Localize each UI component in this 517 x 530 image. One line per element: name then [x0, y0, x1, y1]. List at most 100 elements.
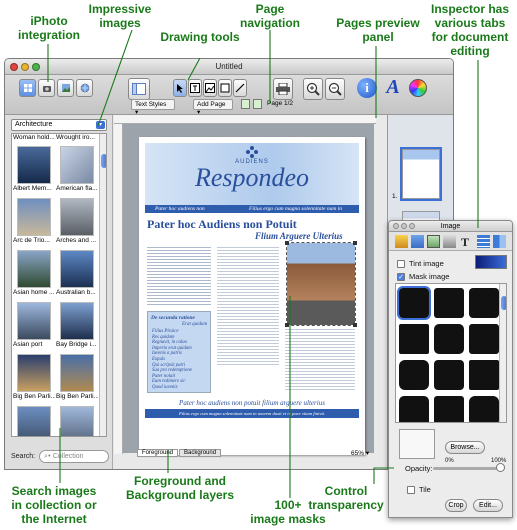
image-thumb[interactable]: Albert Mem... — [13, 144, 55, 196]
inspector-title-bar: Image — [389, 221, 512, 232]
iphoto-library-button[interactable] — [19, 79, 36, 97]
tab-metrics[interactable] — [493, 235, 506, 248]
image-thumb[interactable]: Arc de Trio... — [13, 196, 55, 248]
line-tool-button[interactable] — [233, 79, 247, 97]
photo-handle[interactable] — [285, 241, 289, 245]
opacity-label: Opacity: — [405, 464, 433, 473]
tab-arrange[interactable] — [411, 235, 424, 248]
document-page[interactable]: AUDIENS Respondeo Pater hoc audiens non … — [139, 137, 365, 455]
scroll-thumb[interactable] — [501, 296, 506, 310]
tint-color-well[interactable] — [475, 255, 507, 269]
photo-handle[interactable] — [353, 241, 357, 245]
inspector-zoom-button[interactable] — [409, 223, 415, 229]
image-grid-scrollbar[interactable] — [99, 134, 106, 436]
toggle-sidebar-button[interactable] — [128, 78, 150, 100]
sidebar-icon — [132, 83, 146, 95]
text-tool-button[interactable] — [188, 79, 202, 97]
image-thumb[interactable]: Arches and ... — [56, 196, 98, 248]
image-tool-button[interactable] — [203, 79, 217, 97]
opacity-slider-knob[interactable] — [496, 463, 505, 472]
mask-swatch[interactable] — [469, 288, 499, 318]
mask-swatch[interactable] — [469, 396, 499, 422]
tagline-bar: Pater hoc audiens non Filius ergo cum ma… — [145, 205, 359, 213]
opacity-slider[interactable] — [433, 463, 505, 472]
thumbnail-image — [60, 146, 94, 184]
text-styles-dropdown[interactable]: Text Styles ▾ — [131, 99, 175, 116]
crop-button[interactable]: Crop — [445, 499, 467, 512]
next-page-button[interactable] — [253, 99, 262, 109]
image-thumb[interactable] — [13, 404, 55, 436]
internet-images-button[interactable] — [76, 79, 93, 97]
mask-swatch[interactable] — [434, 288, 464, 318]
zoom-out-button[interactable] — [325, 78, 345, 100]
dropdown-arrow-icon: ▾ — [96, 121, 105, 129]
thumbnail-image — [17, 354, 51, 392]
thumbnail-image — [60, 406, 94, 436]
image-thumb[interactable] — [56, 404, 98, 436]
mask-swatch[interactable] — [399, 324, 429, 354]
tab-fill[interactable] — [443, 235, 456, 248]
mask-swatch[interactable] — [399, 360, 429, 390]
mask-swatch[interactable] — [434, 360, 464, 390]
zoom-level[interactable]: 65% ▾ — [351, 449, 369, 457]
previous-page-button[interactable] — [241, 99, 250, 109]
document-photo[interactable] — [285, 241, 357, 327]
fonts-button[interactable]: A — [383, 76, 403, 100]
image-thumb[interactable]: Big Ben Parli... — [56, 352, 98, 404]
edit-button[interactable]: Edit... — [473, 499, 503, 512]
printer-icon — [276, 83, 290, 95]
tab-table[interactable] — [477, 235, 490, 248]
tab-text[interactable]: T — [461, 235, 474, 249]
masthead-title: Respondeo — [194, 163, 310, 192]
mask-swatch[interactable] — [434, 324, 464, 354]
tile-checkbox[interactable] — [407, 486, 415, 494]
photo-handle[interactable] — [285, 323, 289, 327]
browse-button[interactable]: Browse... — [445, 441, 485, 454]
tab-image[interactable] — [427, 235, 440, 248]
print-button[interactable] — [273, 78, 293, 100]
image-thumb[interactable]: Bay Bridge i... — [56, 300, 98, 352]
image-thumb[interactable]: Big Ben Parli... — [13, 352, 55, 404]
mask-swatch[interactable] — [469, 360, 499, 390]
tab-layout[interactable] — [395, 235, 408, 248]
image-well[interactable] — [399, 429, 435, 459]
clipart-button[interactable] — [57, 79, 74, 97]
mask-grid-scrollbar[interactable] — [499, 284, 506, 422]
tab-foreground[interactable]: Foreground — [137, 449, 179, 457]
main-window: Untitled i A Text Styles ▾ Add Page ▾ Pa… — [4, 58, 454, 470]
callout-box: De secunda ratione Erat quidam Filius Pi… — [147, 311, 211, 393]
tint-image-checkbox[interactable] — [397, 260, 405, 268]
inspector-button[interactable]: i — [357, 78, 377, 98]
callout-pages-preview: Pages preview panel — [336, 16, 420, 44]
zoom-in-button[interactable] — [303, 78, 323, 100]
image-search-input[interactable]: ⌕▾ Collection — [39, 450, 109, 463]
thumbnail-image — [60, 250, 94, 288]
page-thumbnail-1[interactable] — [400, 147, 442, 201]
mask-swatch[interactable] — [434, 396, 464, 422]
inspector-minimize-button[interactable] — [401, 223, 407, 229]
image-thumb[interactable]: American fla... — [56, 144, 98, 196]
mask-swatch[interactable] — [399, 396, 429, 422]
mask-swatch[interactable] — [469, 324, 499, 354]
search-icon: ⌕▾ — [44, 453, 51, 460]
bullet-list: Filius Piraice Res quidam Regnavit, in c… — [152, 329, 192, 390]
shape-tool-button[interactable] — [218, 79, 232, 97]
callout-iphoto-integration: iPhoto integration — [18, 14, 80, 42]
add-page-dropdown[interactable]: Add Page ▾ — [193, 99, 233, 116]
tab-background[interactable]: Background — [179, 449, 222, 457]
colors-button[interactable] — [409, 79, 427, 97]
headline: Pater hoc Audiens non Potuit — [147, 217, 297, 231]
select-tool-button[interactable] — [173, 79, 187, 97]
collection-select[interactable]: Architecture ▾ — [11, 119, 107, 131]
mask-image-checkbox[interactable]: ✓ — [397, 273, 405, 281]
image-thumb[interactable]: Asian port — [13, 300, 55, 352]
image-folder-button[interactable] — [38, 79, 55, 97]
image-thumb[interactable]: Australian b... — [56, 248, 98, 300]
photo-handle[interactable] — [353, 323, 357, 327]
scroll-thumb[interactable] — [101, 154, 106, 168]
inspector-close-button[interactable] — [393, 223, 399, 229]
callout-inspector: Inspector has various tabs for document ed… — [430, 2, 510, 58]
image-thumb[interactable]: Asian home ... — [13, 248, 55, 300]
thumbnail-image — [60, 354, 94, 392]
mask-swatch[interactable] — [397, 286, 431, 320]
